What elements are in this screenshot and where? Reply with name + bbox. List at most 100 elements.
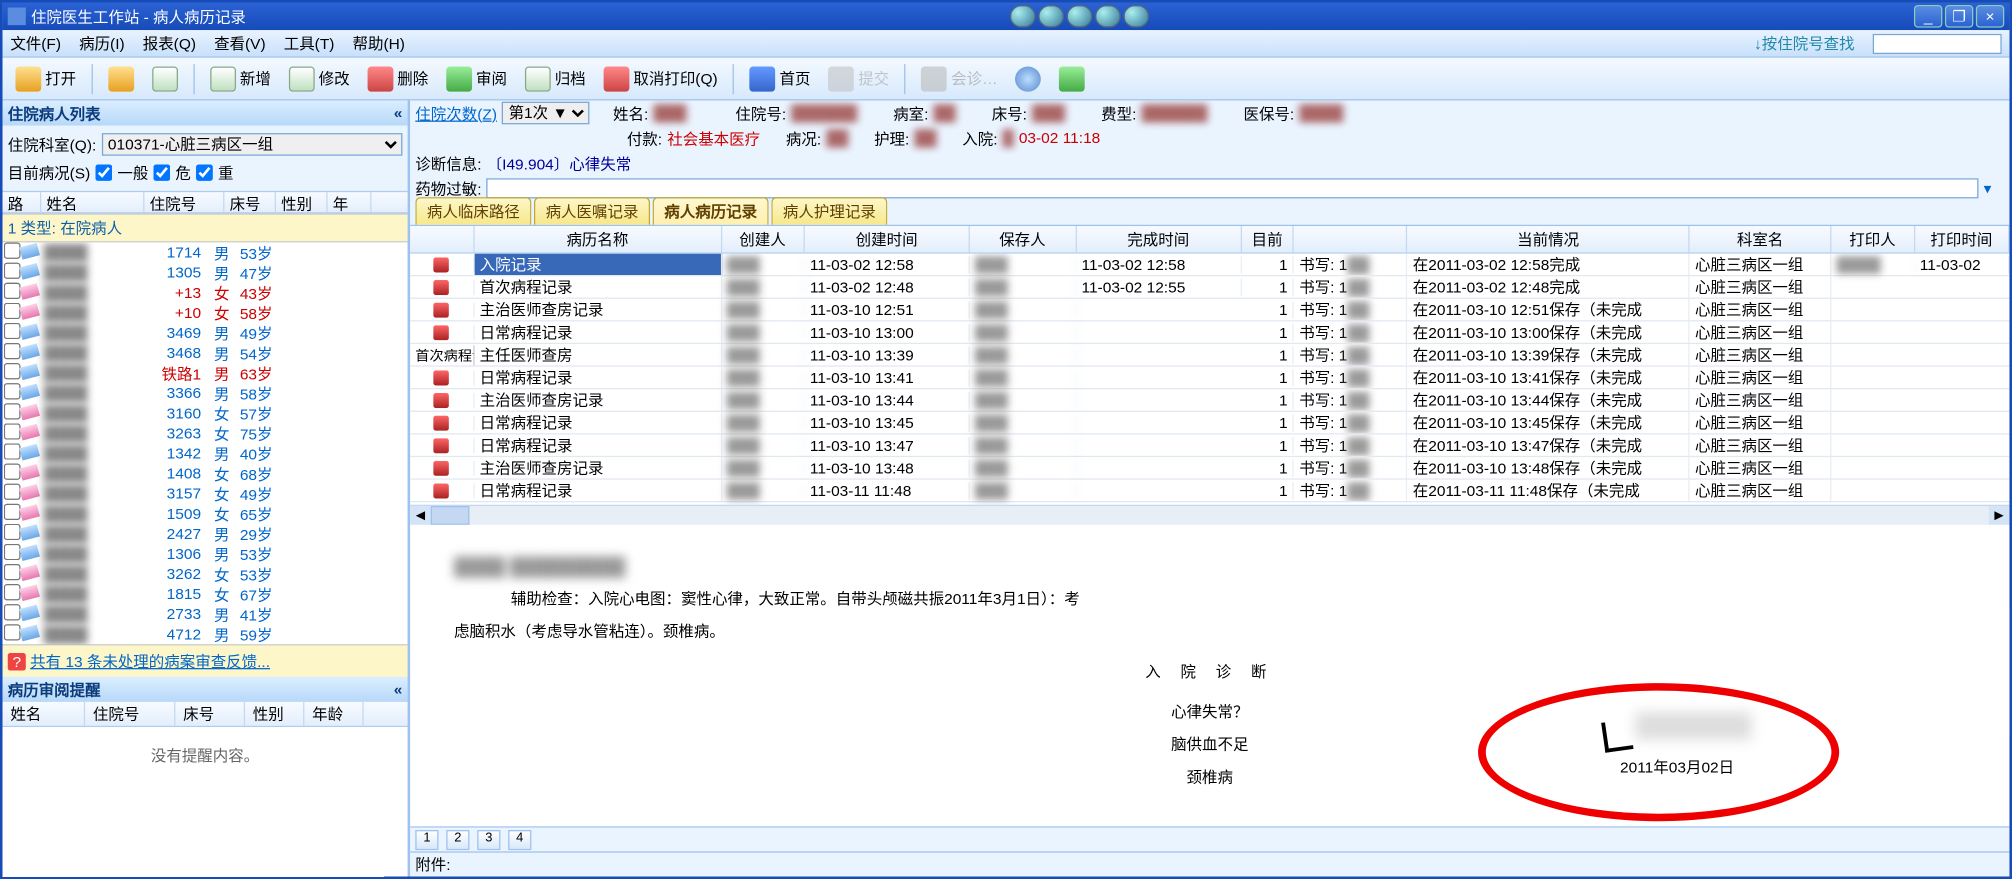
patient-row[interactable]: ████3469男49岁 bbox=[3, 323, 408, 343]
patient-row[interactable]: ████1815女67岁 bbox=[3, 584, 408, 604]
scroll-left-icon[interactable]: ◄ bbox=[410, 506, 431, 525]
scroll-thumb[interactable] bbox=[431, 506, 470, 525]
patient-row[interactable]: ████1342男40岁 bbox=[3, 443, 408, 463]
record-row[interactable]: 入院记录███11-03-02 12:58███11-03-02 12:581书… bbox=[410, 254, 2009, 277]
patient-checkbox[interactable] bbox=[3, 262, 20, 278]
patient-checkbox[interactable] bbox=[3, 624, 20, 640]
chk-heavy[interactable] bbox=[196, 164, 213, 180]
patient-checkbox[interactable] bbox=[3, 303, 20, 319]
back-icon-button[interactable] bbox=[1054, 63, 1090, 93]
visit-count-select[interactable]: 第1次 ▼ bbox=[502, 102, 590, 125]
record-row[interactable]: 主治医师查房记录███11-03-10 12:51███1书写: 1██在201… bbox=[410, 299, 2009, 322]
close-button[interactable]: × bbox=[1976, 5, 2004, 28]
patient-checkbox[interactable] bbox=[3, 504, 20, 520]
record-row[interactable]: 日常病程记录███11-03-10 13:41███1书写: 1██在2011-… bbox=[410, 367, 2009, 390]
consult-button[interactable]: 会诊… bbox=[916, 63, 1002, 93]
page-1-button[interactable]: 1 bbox=[415, 829, 438, 849]
patient-checkbox[interactable] bbox=[3, 242, 20, 258]
visit-count-label[interactable]: 住院次数(Z) bbox=[415, 102, 497, 123]
patient-checkbox[interactable] bbox=[3, 604, 20, 620]
patient-row[interactable]: ████3160女57岁 bbox=[3, 403, 408, 423]
page-2-button[interactable]: 2 bbox=[446, 829, 469, 849]
orb-icon[interactable] bbox=[1124, 5, 1150, 28]
patient-row[interactable]: ████4712男59岁 bbox=[3, 624, 408, 644]
collapse-icon[interactable]: « bbox=[394, 104, 403, 122]
patient-checkbox[interactable] bbox=[3, 443, 20, 459]
page-4-button[interactable]: 4 bbox=[508, 829, 531, 849]
collapse-icon[interactable]: « bbox=[394, 681, 403, 699]
patient-list[interactable]: ████1714男53岁████1305男47岁████+13女43岁████+… bbox=[3, 242, 408, 644]
patient-checkbox[interactable] bbox=[3, 584, 20, 600]
patient-checkbox[interactable] bbox=[3, 343, 20, 359]
menu-view[interactable]: 查看(V) bbox=[214, 33, 266, 54]
review-button[interactable]: 审阅 bbox=[441, 63, 512, 93]
menu-report[interactable]: 报表(Q) bbox=[143, 33, 196, 54]
patient-checkbox[interactable] bbox=[3, 323, 20, 339]
pending-review-link[interactable]: 共有 13 条未处理的病案审查反馈... bbox=[30, 653, 270, 671]
menu-tools[interactable]: 工具(T) bbox=[284, 33, 335, 54]
new-button[interactable]: 新增 bbox=[205, 63, 276, 93]
record-row[interactable]: 日常病程记录███11-03-10 13:45███1书写: 1██在2011-… bbox=[410, 412, 2009, 435]
open-button[interactable]: 打开 bbox=[10, 63, 81, 93]
search-hospno-input[interactable] bbox=[1873, 33, 2002, 53]
patient-checkbox[interactable] bbox=[3, 423, 20, 439]
patient-checkbox[interactable] bbox=[3, 564, 20, 580]
drug-allergy-input[interactable] bbox=[487, 178, 1979, 198]
patient-row[interactable]: ████3468男54岁 bbox=[3, 343, 408, 363]
menu-file[interactable]: 文件(F) bbox=[10, 33, 61, 54]
tab-clinical-path[interactable]: 病人临床路径 bbox=[415, 197, 531, 225]
patient-checkbox[interactable] bbox=[3, 283, 20, 299]
patient-row[interactable]: ████+10女58岁 bbox=[3, 303, 408, 323]
patient-row[interactable]: ████+13女43岁 bbox=[3, 283, 408, 303]
patient-row[interactable]: ████3262女53岁 bbox=[3, 564, 408, 584]
submit-button[interactable]: 提交 bbox=[823, 63, 894, 93]
patient-checkbox[interactable] bbox=[3, 383, 20, 399]
maximize-button[interactable]: ❐ bbox=[1945, 5, 1973, 28]
patient-checkbox[interactable] bbox=[3, 403, 20, 419]
record-row[interactable]: 日常病程记录███11-03-10 13:47███1书写: 1██在2011-… bbox=[410, 434, 2009, 457]
record-row[interactable]: 日常病程记录███11-03-11 11:48███1书写: 1██在2011-… bbox=[410, 480, 2009, 503]
record-row[interactable]: 首次病程记录主任医师查房███11-03-10 13:39███1书写: 1██… bbox=[410, 344, 2009, 367]
record-row[interactable]: 首次病程记录███11-03-02 12:48███11-03-02 12:55… bbox=[410, 276, 2009, 299]
patient-row[interactable]: ████2427男29岁 bbox=[3, 524, 408, 544]
archive-button[interactable]: 归档 bbox=[520, 63, 591, 93]
tab-orders[interactable]: 病人医嘱记录 bbox=[534, 197, 650, 225]
patient-row[interactable]: ████1306男53岁 bbox=[3, 544, 408, 564]
help-icon-button[interactable] bbox=[1010, 63, 1046, 93]
patient-checkbox[interactable] bbox=[3, 463, 20, 479]
menu-record[interactable]: 病历(I) bbox=[79, 33, 125, 54]
patient-row[interactable]: ████1305男47岁 bbox=[3, 262, 408, 282]
scroll-right-icon[interactable]: ► bbox=[1989, 506, 2010, 525]
tab-records[interactable]: 病人病历记录 bbox=[653, 197, 769, 225]
record-row[interactable]: 主治医师查房记录███11-03-10 13:44███1书写: 1██在201… bbox=[410, 389, 2009, 412]
page-3-button[interactable]: 3 bbox=[477, 829, 500, 849]
tab-nursing[interactable]: 病人护理记录 bbox=[771, 197, 887, 225]
patient-checkbox[interactable] bbox=[3, 483, 20, 499]
orb-icon[interactable] bbox=[1010, 5, 1036, 28]
patient-row[interactable]: ████3366男58岁 bbox=[3, 383, 408, 403]
ward-select[interactable]: 010371-心脏三病区一组 bbox=[101, 133, 402, 156]
record-table-body[interactable]: 入院记录███11-03-02 12:58███11-03-02 12:581书… bbox=[410, 254, 2009, 505]
orb-icon[interactable] bbox=[1067, 5, 1093, 28]
orb-icon[interactable] bbox=[1039, 5, 1065, 28]
patient-checkbox[interactable] bbox=[3, 363, 20, 379]
toolbar-icon[interactable] bbox=[147, 63, 183, 93]
patient-row[interactable]: ████1408女68岁 bbox=[3, 463, 408, 483]
patient-checkbox[interactable] bbox=[3, 524, 20, 540]
toolbar-icon[interactable] bbox=[103, 63, 139, 93]
patient-row[interactable]: ████3263女75岁 bbox=[3, 423, 408, 443]
patient-row[interactable]: ████1714男53岁 bbox=[3, 242, 408, 262]
patient-checkbox[interactable] bbox=[3, 544, 20, 560]
dropdown-icon[interactable]: ▾ bbox=[1984, 180, 2005, 198]
record-row[interactable]: 日常病程记录███11-03-10 13:00███1书写: 1██在2011-… bbox=[410, 321, 2009, 344]
patient-row[interactable]: ████3157女49岁 bbox=[3, 483, 408, 503]
orb-icon[interactable] bbox=[1095, 5, 1121, 28]
home-button[interactable]: 首页 bbox=[745, 63, 816, 93]
delete-button[interactable]: 删除 bbox=[362, 63, 433, 93]
minimize-button[interactable]: _ bbox=[1914, 5, 1942, 28]
patient-row[interactable]: ████1509女65岁 bbox=[3, 504, 408, 524]
edit-button[interactable]: 修改 bbox=[284, 63, 355, 93]
patient-row[interactable]: ████2733男41岁 bbox=[3, 604, 408, 624]
chk-general[interactable] bbox=[95, 164, 112, 180]
patient-row[interactable]: ████铁路1男63岁 bbox=[3, 363, 408, 383]
